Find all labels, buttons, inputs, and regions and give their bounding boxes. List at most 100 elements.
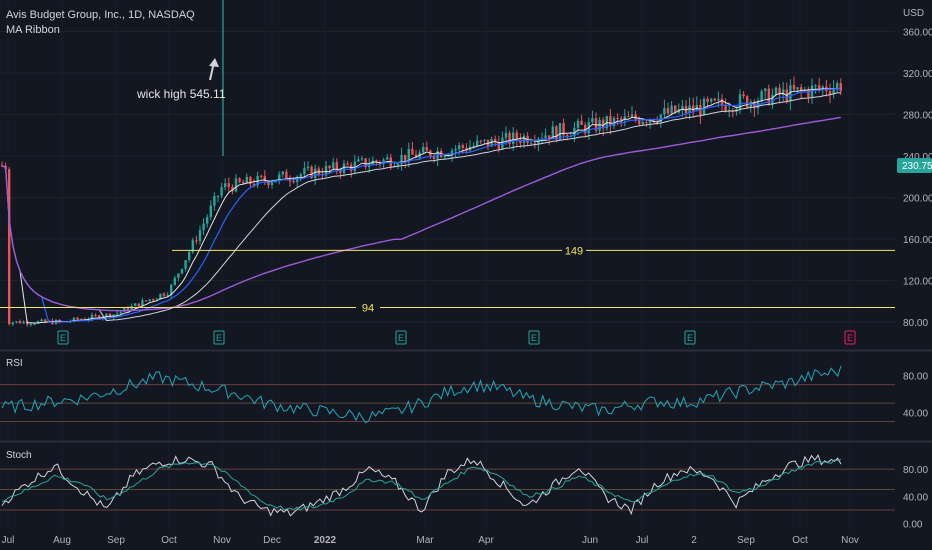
- time-tick-label: Aug: [53, 535, 71, 546]
- osc-tick-label: 0.00: [903, 520, 923, 531]
- candle-body: [224, 183, 227, 188]
- candle-body: [260, 175, 263, 177]
- candle-body: [202, 223, 205, 231]
- candle-body: [216, 195, 220, 197]
- candle-body: [346, 163, 349, 165]
- level-label: 94: [362, 302, 374, 314]
- stoch-title[interactable]: Stoch: [6, 450, 32, 461]
- time-tick-label: Jul: [636, 535, 649, 546]
- candle-body: [116, 313, 119, 315]
- time-tick-label: Mar: [416, 535, 434, 546]
- price-tick-label: 360.00: [903, 28, 932, 39]
- time-tick-label: Sep: [107, 535, 125, 546]
- candle-body: [821, 86, 824, 89]
- wick-note-text: wick high 545.11: [136, 87, 226, 101]
- candle-body: [425, 147, 428, 151]
- candle-body: [710, 98, 713, 102]
- candle-body: [227, 183, 230, 187]
- earnings-marker[interactable]: E: [844, 330, 856, 345]
- candle-body: [717, 98, 720, 101]
- candle-body: [306, 166, 310, 169]
- candle-body: [483, 139, 486, 141]
- candle-body: [198, 230, 202, 242]
- time-tick-label: Dec: [263, 535, 281, 546]
- candle-body: [807, 89, 810, 98]
- candle-body: [220, 187, 223, 196]
- time-tick-label: 2022: [314, 535, 337, 546]
- candle-body: [627, 116, 630, 118]
- time-tick-label: Nov: [213, 535, 231, 546]
- candle-body: [299, 174, 302, 177]
- level-label: 149: [565, 245, 583, 257]
- candle-body: [213, 196, 216, 206]
- candle-body: [720, 98, 724, 106]
- candle-body: [134, 303, 137, 307]
- candle-body: [288, 180, 292, 182]
- candle-body: [461, 145, 464, 148]
- earnings-letter: E: [216, 333, 222, 343]
- time-tick-label: 2: [691, 535, 697, 546]
- candle-body: [11, 322, 14, 325]
- candle-body: [836, 83, 839, 88]
- earnings-marker[interactable]: E: [395, 330, 407, 345]
- candle-body: [360, 158, 364, 160]
- candle-body: [206, 217, 209, 224]
- candle-body: [328, 165, 331, 169]
- candle-body: [764, 88, 767, 92]
- candle-body: [476, 140, 479, 146]
- time-tick-label: Sep: [737, 535, 755, 546]
- candle-body: [530, 142, 533, 144]
- candle-body: [357, 159, 360, 162]
- candle-body: [796, 87, 799, 90]
- candle-body: [144, 300, 148, 302]
- candle-body: [166, 294, 169, 296]
- candle-body: [692, 105, 695, 112]
- candle-body: [119, 311, 122, 314]
- candle-body: [663, 108, 666, 115]
- chart-title: Avis Budget Group, Inc., 1D, NASDAQ: [6, 9, 195, 21]
- rsi-title[interactable]: RSI: [6, 358, 23, 369]
- candle-body: [533, 142, 536, 144]
- candle-body: [591, 118, 594, 123]
- candle-body: [544, 135, 547, 139]
- candle-body: [713, 98, 716, 101]
- candle-body: [522, 135, 526, 144]
- candle-body: [162, 293, 166, 296]
- candle-body: [479, 140, 482, 142]
- candle-body: [177, 273, 180, 278]
- candle-body: [645, 122, 648, 124]
- price-tick-label: 280.00: [903, 111, 932, 122]
- candle-body: [188, 251, 191, 261]
- candle-body: [159, 293, 162, 299]
- candle-body: [512, 132, 515, 144]
- candle-body: [746, 96, 749, 108]
- candle-body: [472, 145, 475, 147]
- candle-body: [458, 145, 461, 150]
- stock-chart[interactable]: 149 94 80.00 120.00 160.00 200.00 2 40.00 280.0…: [0, 0, 932, 550]
- earnings-letter: E: [687, 333, 693, 343]
- candle-body: [238, 178, 241, 182]
- indicator-label[interactable]: MA Ribbon: [6, 24, 60, 36]
- candle-body: [152, 299, 155, 301]
- candle-body: [303, 168, 306, 175]
- earnings-marker[interactable]: E: [57, 330, 69, 345]
- candle-body: [828, 91, 832, 95]
- earnings-marker[interactable]: E: [528, 330, 540, 345]
- earnings-letter: E: [847, 333, 853, 343]
- candle-body: [353, 161, 356, 171]
- chart-background: [0, 0, 932, 550]
- candle-body: [742, 94, 745, 97]
- earnings-marker[interactable]: E: [213, 330, 225, 345]
- osc-tick-label: 40.00: [903, 408, 928, 419]
- candle-body: [634, 114, 637, 120]
- time-tick-label: Jul: [2, 535, 15, 546]
- candle-body: [155, 298, 158, 300]
- candle-body: [612, 117, 616, 127]
- time-tick-label: Apr: [478, 535, 494, 546]
- price-tick-label: 200.00: [903, 194, 932, 205]
- earnings-marker[interactable]: E: [684, 330, 696, 345]
- candle-body: [422, 147, 425, 153]
- price-tick-label: 80.00: [903, 318, 928, 329]
- price-tick-label: 320.00: [903, 69, 932, 80]
- price-tick-label: 120.00: [903, 277, 932, 288]
